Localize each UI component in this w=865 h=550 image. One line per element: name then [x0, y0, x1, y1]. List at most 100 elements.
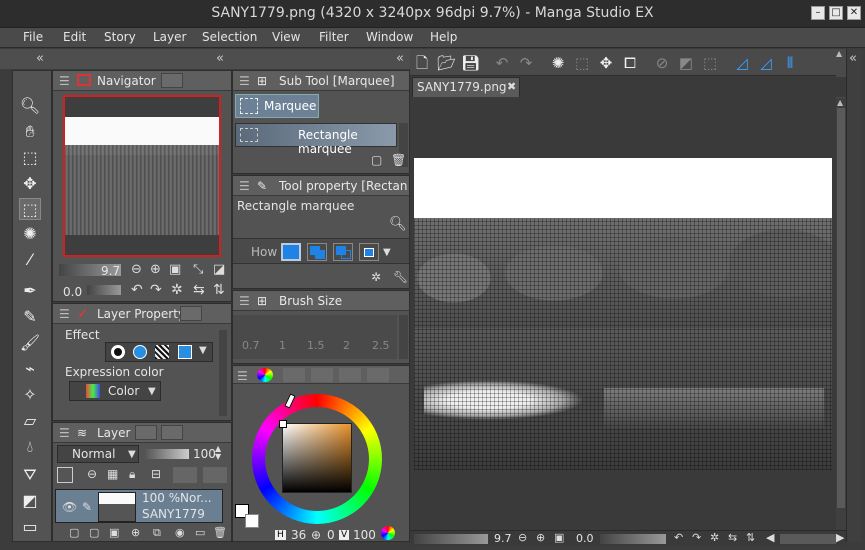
panel-menu-icon[interactable]: ☰ — [237, 366, 248, 386]
menu-filter[interactable]: Filter — [319, 30, 349, 44]
new-raster-layer-icon[interactable]: ▢ — [69, 526, 79, 539]
menu-view[interactable]: View — [272, 30, 300, 44]
close-button[interactable]: ✕ — [847, 6, 861, 20]
zoom-out-icon[interactable]: ⊖ — [518, 531, 527, 544]
eyedropper-tool-icon[interactable]: ⁄ — [19, 249, 41, 271]
collapse-left-icon[interactable]: « — [36, 51, 44, 66]
flip-vertical-icon[interactable]: ⇅ — [746, 531, 755, 544]
move-layer-tool-icon[interactable]: ✥ — [19, 173, 41, 195]
collapse-left-icon-3[interactable]: « — [396, 51, 404, 66]
ruler-icon[interactable] — [203, 467, 227, 483]
document-tab[interactable]: SANY1779.png ✖ — [412, 77, 520, 97]
blend-tool-icon[interactable]: 💧︎ — [19, 436, 41, 458]
panel-menu-icon[interactable]: ☰ — [59, 304, 70, 324]
status-zoom-slider[interactable] — [414, 534, 488, 544]
brush-size-scrollbar[interactable] — [399, 315, 408, 359]
effect-tone-icon[interactable] — [133, 345, 147, 359]
new-sub-tool-icon[interactable]: ▢ — [371, 153, 382, 167]
zoom-tool-icon[interactable]: 🔍︎ — [19, 95, 41, 117]
expand-dock-icon[interactable]: « — [849, 51, 857, 66]
new-folder-icon[interactable]: ▣ — [109, 526, 119, 539]
mask-icon[interactable] — [173, 467, 197, 483]
fit-icon[interactable]: ▣ — [169, 262, 181, 277]
chevron-down-icon[interactable]: ▼ — [383, 247, 391, 258]
new-selection-icon[interactable] — [281, 243, 301, 261]
minimize-button[interactable]: – — [811, 6, 825, 20]
zoom-out-icon[interactable]: ⊖ — [131, 262, 142, 277]
fill-tool-icon[interactable]: ⛛ — [19, 464, 41, 486]
navigator-preview[interactable] — [63, 95, 221, 257]
sub-color-swatch[interactable] — [245, 514, 259, 528]
clear-layer-icon[interactable]: ▭ — [195, 526, 205, 539]
rotate-slider[interactable] — [87, 285, 121, 295]
horizontal-scroll-thumb[interactable] — [780, 534, 836, 544]
panel-menu-icon[interactable]: ☰ — [239, 176, 250, 196]
decoration-tool-icon[interactable]: ✧ — [19, 384, 41, 406]
airbrush-tool-icon[interactable]: ⌁ — [19, 358, 41, 380]
scroll-right-icon[interactable]: ▶ — [836, 531, 844, 544]
opacity-stepper-icon[interactable]: ▲ ▼ — [215, 445, 221, 461]
fit-window-icon[interactable]: ⤡ — [193, 262, 203, 277]
reference-layer-icon[interactable]: ⊖ — [87, 467, 97, 481]
marquee-group-button[interactable]: Marquee — [235, 94, 319, 118]
subtract-selection-icon[interactable] — [333, 243, 353, 261]
canvas-area[interactable]: ▲ — [410, 98, 846, 530]
layer-property-scrollbar[interactable] — [219, 330, 227, 416]
pen-tool-icon[interactable]: ✒︎ — [19, 280, 41, 302]
navigator-second-tab[interactable] — [161, 73, 183, 88]
color-mode-icon[interactable] — [381, 526, 395, 540]
brush-size-tab[interactable]: Brush Size — [279, 291, 342, 311]
mask-layer-icon[interactable]: ◉ — [175, 526, 185, 539]
panel-menu-icon[interactable]: ☰ — [59, 71, 70, 91]
eye-icon[interactable]: 👁︎ — [62, 500, 77, 514]
copy-layer-icon[interactable]: ⧉ — [153, 526, 161, 540]
flip-icon[interactable]: ⇆ — [728, 531, 737, 544]
brush-tool-icon[interactable]: 🖌︎ — [19, 332, 41, 354]
rotate-left-icon[interactable]: ↶ — [131, 282, 143, 298]
chevron-up-icon[interactable]: ▲ — [836, 49, 842, 58]
save-icon[interactable]: 💾︎ — [461, 54, 480, 72]
zoom-in-icon[interactable]: ⊕ — [150, 262, 161, 277]
layer-second-tab[interactable] — [135, 425, 157, 440]
flip-icon[interactable]: ◪ — [213, 262, 225, 277]
rotate-left-icon[interactable]: ↶ — [674, 531, 683, 544]
effect-mask-icon[interactable] — [155, 345, 169, 359]
effect-layer-color-icon[interactable] — [178, 345, 192, 359]
trash-icon[interactable]: 🗑︎ — [213, 526, 227, 539]
layer-property-tab[interactable]: Layer Property — [97, 304, 185, 324]
color-wheel-tab-icon[interactable] — [257, 368, 273, 382]
marquee-tool-icon[interactable]: ⬚ — [19, 198, 41, 220]
intermediate-color-tab[interactable] — [311, 368, 333, 382]
fill-selection-icon[interactable]: ⬚ — [573, 54, 591, 72]
menu-story[interactable]: Story — [104, 30, 136, 44]
gradient-tool-icon[interactable]: ◩ — [19, 490, 41, 512]
brush-size-option[interactable]: 1 — [279, 339, 286, 352]
reset-icon[interactable]: ✲ — [371, 270, 381, 284]
color-history-tab[interactable] — [367, 368, 389, 382]
rotate-right-icon[interactable]: ↷ — [692, 531, 701, 544]
deselect-icon[interactable]: ⊘ — [653, 54, 671, 72]
effect-border-icon[interactable] — [111, 345, 125, 359]
rotate-right-icon[interactable]: ↷ — [150, 282, 162, 298]
transform-icon[interactable]: ✥ — [597, 54, 615, 72]
effect-selector[interactable]: ▼ — [105, 342, 213, 362]
scroll-left-icon[interactable]: ◀ — [766, 531, 774, 544]
new-vector-layer-icon[interactable]: ▢ — [89, 526, 99, 539]
layer-color-icon[interactable] — [57, 467, 73, 483]
object-tool-icon[interactable]: ⬚ — [19, 147, 41, 169]
snap-ruler-icon[interactable]: ◿ — [733, 54, 751, 72]
panel-menu-icon[interactable]: ☰ — [239, 291, 250, 311]
layer-third-tab[interactable] — [161, 425, 183, 440]
expression-color-dropdown[interactable]: Color ▼ — [69, 381, 161, 401]
color-set-tab[interactable] — [283, 368, 305, 382]
layer-tab[interactable]: Layer — [97, 423, 130, 443]
undo-icon[interactable]: ↶ — [493, 54, 511, 72]
pencil-tool-icon[interactable]: ✎ — [19, 306, 41, 328]
lock-icon[interactable]: 🔒︎ — [129, 467, 135, 482]
brush-size-option[interactable]: 2.5 — [372, 339, 390, 352]
invert-selection-icon[interactable]: ◩ — [677, 54, 695, 72]
add-selection-icon[interactable] — [307, 243, 327, 261]
zoom-in-icon[interactable]: ⊕ — [536, 531, 545, 544]
menu-edit[interactable]: Edit — [63, 30, 86, 44]
maximize-button[interactable]: □ — [829, 6, 843, 20]
